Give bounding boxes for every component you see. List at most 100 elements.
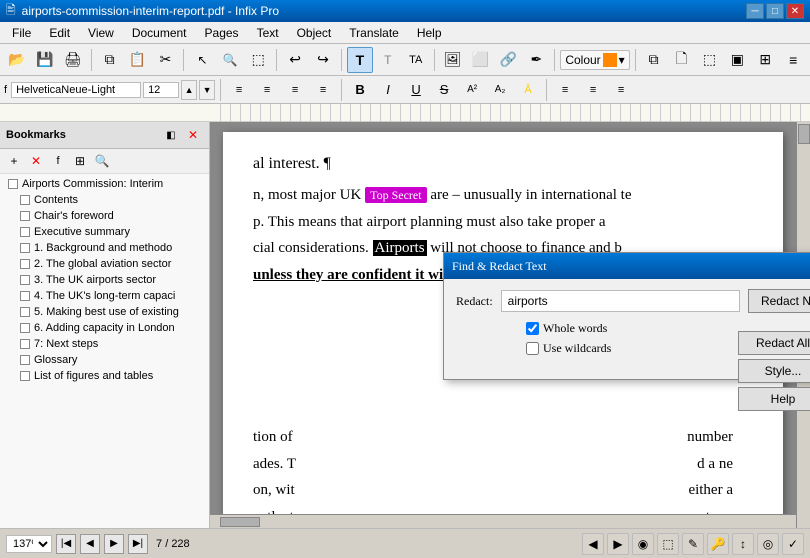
- list-btn2[interactable]: ≡: [580, 77, 606, 103]
- document-view[interactable]: al interest. ¶ n, most major UK Top Secr…: [210, 122, 810, 528]
- menu-edit[interactable]: Edit: [41, 24, 78, 42]
- play-btn[interactable]: ▶: [104, 534, 124, 554]
- image-tool[interactable]: 🖼: [440, 47, 466, 73]
- bm-item-6[interactable]: 3. The UK airports sector: [0, 272, 209, 288]
- menu-help[interactable]: Help: [409, 24, 450, 42]
- scrollbar-horizontal[interactable]: [210, 514, 796, 528]
- menu-text[interactable]: Text: [249, 24, 287, 42]
- subscript-btn[interactable]: A₂: [487, 77, 513, 103]
- text-tool3[interactable]: TA: [403, 47, 429, 73]
- colour-picker[interactable]: Colour ▾: [560, 50, 629, 70]
- st-icon-1[interactable]: ◀: [582, 533, 604, 555]
- align-justify-btn[interactable]: ≡: [310, 77, 336, 103]
- bookmarks-dock-btn[interactable]: ◧: [161, 125, 181, 145]
- link-tool[interactable]: 🔗: [496, 47, 522, 73]
- menu-object[interactable]: Object: [289, 24, 340, 42]
- toolbar-btn-1[interactable]: ⧉: [641, 47, 667, 73]
- close-button[interactable]: ✕: [786, 3, 804, 19]
- underline-btn[interactable]: U: [403, 77, 429, 103]
- copy-button[interactable]: ⧉: [97, 47, 123, 73]
- use-wildcards-checkbox[interactable]: [526, 342, 539, 355]
- menu-document[interactable]: Document: [124, 24, 195, 42]
- bm-item-1[interactable]: Contents: [0, 192, 209, 208]
- st-icon-6[interactable]: 🔑: [707, 533, 729, 555]
- style-button[interactable]: Style...: [738, 359, 810, 383]
- menu-pages[interactable]: Pages: [197, 24, 247, 42]
- minimize-button[interactable]: ─: [746, 3, 764, 19]
- prev-page-btn[interactable]: ◀: [80, 534, 100, 554]
- text-tool2[interactable]: T: [375, 47, 401, 73]
- menu-file[interactable]: File: [4, 24, 39, 42]
- paste-button[interactable]: 📋: [125, 47, 151, 73]
- toolbar-btn-3[interactable]: ⬚: [697, 47, 723, 73]
- maximize-button[interactable]: □: [766, 3, 784, 19]
- scrollbar-h-thumb[interactable]: [220, 517, 260, 527]
- whole-words-checkbox[interactable]: [526, 322, 539, 335]
- scrollbar-thumb[interactable]: [798, 124, 810, 144]
- list-btn1[interactable]: ≡: [552, 77, 578, 103]
- bm-item-12[interactable]: List of figures and tables: [0, 368, 209, 384]
- align-left-btn[interactable]: ≡: [226, 77, 252, 103]
- bm-add-btn[interactable]: +: [4, 151, 24, 171]
- zoom-select[interactable]: 137% 100% 150%: [6, 535, 52, 553]
- strikethrough-btn[interactable]: S: [431, 77, 457, 103]
- toolbar-btn-4[interactable]: ▣: [724, 47, 750, 73]
- st-icon-3[interactable]: ◉: [632, 533, 654, 555]
- align-right-btn[interactable]: ≡: [282, 77, 308, 103]
- bm-item-7[interactable]: 4. The UK's long-term capaci: [0, 288, 209, 304]
- toolbar-btn-5[interactable]: ⊞: [752, 47, 778, 73]
- cut-button[interactable]: ✂: [153, 47, 179, 73]
- shape-tool[interactable]: ⬜: [468, 47, 494, 73]
- bm-item-0[interactable]: Airports Commission: Interim: [0, 176, 209, 192]
- zoom-tool[interactable]: 🔍: [217, 47, 243, 73]
- toolbar-btn-2[interactable]: 🗋: [669, 47, 695, 73]
- bm-item-3[interactable]: Executive summary: [0, 224, 209, 240]
- bm-item-4[interactable]: 1. Background and methodo: [0, 240, 209, 256]
- undo-button[interactable]: ↩: [282, 47, 308, 73]
- st-icon-7[interactable]: ↕: [732, 533, 754, 555]
- save-button[interactable]: 💾: [32, 47, 58, 73]
- highlight-btn[interactable]: Ā: [515, 77, 541, 103]
- print-button[interactable]: 🖨: [60, 47, 86, 73]
- font-size-down[interactable]: ▼: [199, 80, 215, 100]
- list-btn3[interactable]: ≡: [608, 77, 634, 103]
- font-size-input[interactable]: 12: [143, 82, 179, 98]
- open-button[interactable]: 📂: [4, 47, 30, 73]
- help-button[interactable]: Help: [738, 387, 810, 411]
- menu-translate[interactable]: Translate: [341, 24, 407, 42]
- st-icon-2[interactable]: ▶: [607, 533, 629, 555]
- st-icon-4[interactable]: ⬚: [657, 533, 679, 555]
- menu-view[interactable]: View: [80, 24, 122, 42]
- redact-all-button[interactable]: Redact All: [738, 331, 810, 355]
- align-center-btn[interactable]: ≡: [254, 77, 280, 103]
- superscript-btn[interactable]: A²: [459, 77, 485, 103]
- next-page-btn[interactable]: ▶|: [128, 534, 148, 554]
- redact-text-input[interactable]: [501, 290, 740, 312]
- font-size-up[interactable]: ▲: [181, 80, 197, 100]
- bm-delete-btn[interactable]: ✕: [26, 151, 46, 171]
- cursor-tool[interactable]: ↖: [189, 47, 215, 73]
- bm-font-btn[interactable]: f: [48, 151, 68, 171]
- st-icon-5[interactable]: ✎: [682, 533, 704, 555]
- font-name-input[interactable]: HelveticaNeue-Light: [11, 82, 141, 98]
- bookmarks-close-btn[interactable]: ✕: [183, 125, 203, 145]
- bm-item-5[interactable]: 2. The global aviation sector: [0, 256, 209, 272]
- stamp-tool[interactable]: ✒: [523, 47, 549, 73]
- select-tool[interactable]: ⬚: [245, 47, 271, 73]
- toolbar-btn-6[interactable]: ≡: [780, 47, 806, 73]
- bm-expand-btn[interactable]: ⊞: [70, 151, 90, 171]
- text-tool[interactable]: T: [347, 47, 373, 73]
- bold-btn[interactable]: B: [347, 77, 373, 103]
- st-icon-8[interactable]: ◎: [757, 533, 779, 555]
- bm-search-btn[interactable]: 🔍: [92, 151, 112, 171]
- bm-item-2[interactable]: Chair's foreword: [0, 208, 209, 224]
- st-icon-9[interactable]: ✓: [782, 533, 804, 555]
- bm-item-10[interactable]: 7: Next steps: [0, 336, 209, 352]
- redo-button[interactable]: ↪: [310, 47, 336, 73]
- first-page-btn[interactable]: |◀: [56, 534, 76, 554]
- bm-item-11[interactable]: Glossary: [0, 352, 209, 368]
- bm-item-8[interactable]: 5. Making best use of existing: [0, 304, 209, 320]
- bm-item-9[interactable]: 6. Adding capacity in London: [0, 320, 209, 336]
- italic-btn[interactable]: I: [375, 77, 401, 103]
- document-scroll[interactable]: al interest. ¶ n, most major UK Top Secr…: [210, 122, 810, 528]
